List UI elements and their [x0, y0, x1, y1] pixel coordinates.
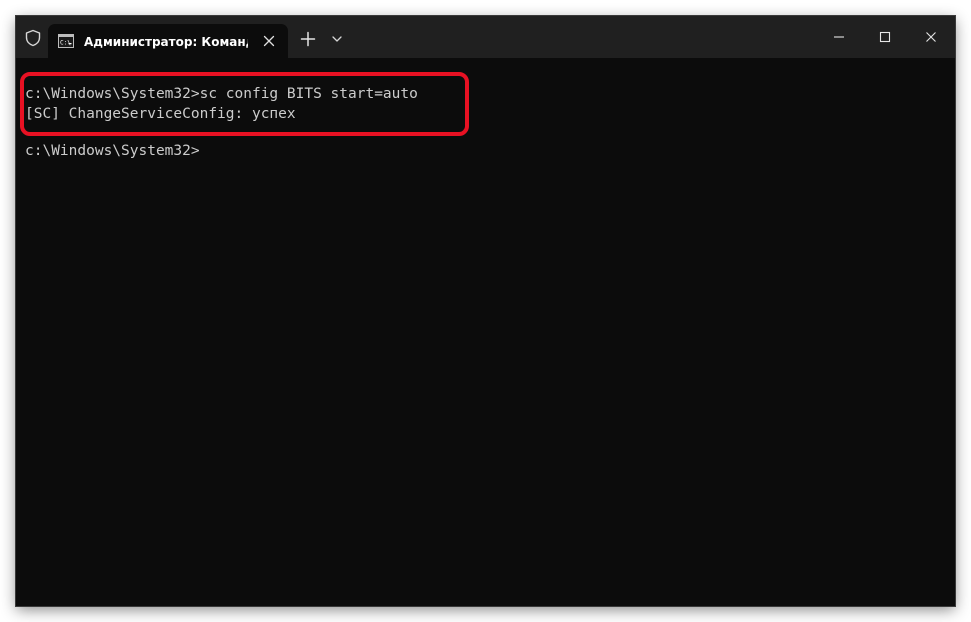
chevron-down-icon[interactable] — [330, 32, 344, 46]
tab-command-prompt[interactable]: C:\ Администратор: Командная строка — [48, 24, 288, 58]
maximize-icon — [879, 31, 891, 43]
tab-title: Администратор: Командная строка — [84, 35, 248, 49]
minimize-icon — [834, 36, 844, 38]
terminal-line-command: c:\Windows\System32>sc config BITS start… — [25, 86, 418, 102]
terminal-output[interactable]: c:\Windows\System32>sc config BITS start… — [16, 58, 955, 606]
title-bar[interactable]: C:\ Администратор: Командная строка — [16, 16, 955, 58]
new-tab-button[interactable] — [298, 29, 318, 49]
terminal-line-result: [SC] ChangeServiceConfig: успех — [25, 106, 296, 122]
cmd-icon: C:\ — [58, 34, 74, 48]
close-tab-icon[interactable] — [260, 32, 278, 50]
close-icon — [926, 32, 936, 42]
maximize-button[interactable] — [862, 16, 908, 58]
minimize-button[interactable] — [816, 16, 862, 58]
terminal-window: C:\ Администратор: Командная строка — [16, 16, 955, 606]
terminal-line-prompt: c:\Windows\System32> — [25, 143, 200, 159]
close-button[interactable] — [908, 16, 954, 58]
shield-icon — [25, 29, 41, 47]
